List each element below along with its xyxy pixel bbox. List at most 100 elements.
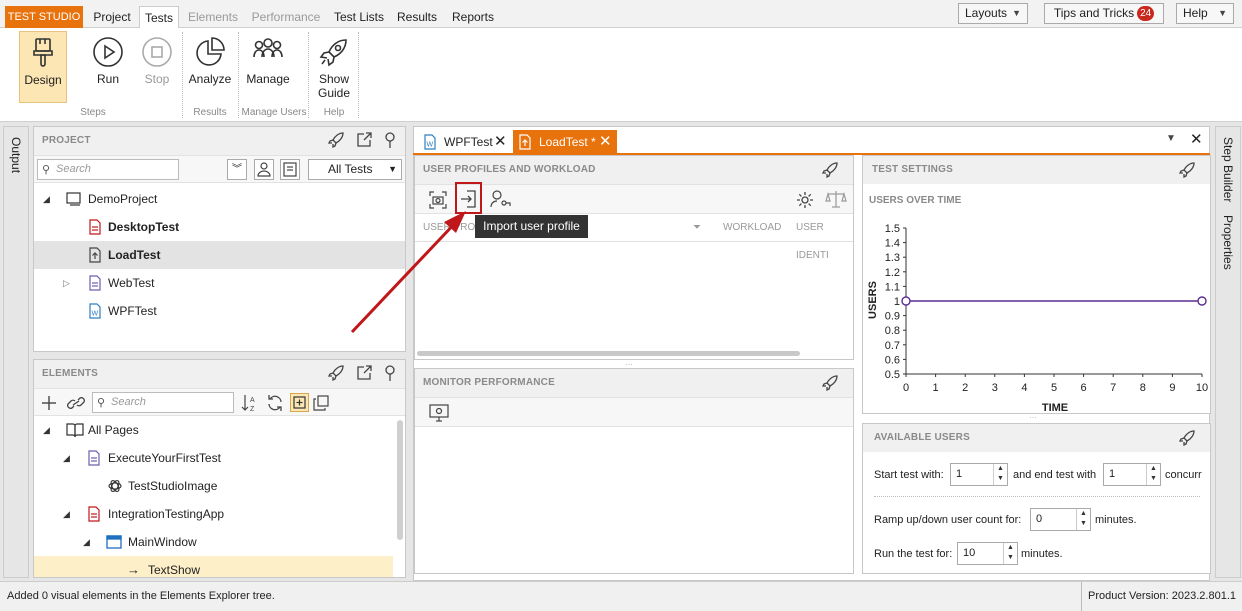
double-chevron-icon: ︾ [232,164,242,175]
rocket-icon[interactable] [1178,161,1196,179]
analyze-button[interactable]: Analyze [188,31,232,103]
tab-performance[interactable]: Performance [248,6,324,28]
chevron-down-icon: ▼ [1218,8,1227,18]
collapse-all-button[interactable]: ︾ [227,159,247,180]
layouts-dropdown[interactable]: Layouts ▼ [958,3,1028,24]
annotation-arrow-icon [350,211,466,334]
stepper-arrows-icon[interactable]: ▲ ▼ [1076,509,1090,530]
stop-button[interactable]: Stop [137,31,177,103]
pop-out-icon[interactable] [355,364,373,382]
rocket-icon[interactable] [821,161,839,179]
pin-icon[interactable] [383,131,397,149]
guide-label-line1: Show [318,72,350,86]
splitter-grip[interactable]: ··· [1029,413,1037,422]
doc-tab-loadtest[interactable]: LoadTest * ✕ [513,130,617,154]
pop-out-icon[interactable] [355,131,373,149]
add-icon[interactable] [40,394,58,412]
x-tick-label: 7 [1110,382,1116,394]
end-test-label: and end test with [1013,469,1097,481]
tree-item-all-pages[interactable]: ◢ All Pages [34,416,405,444]
link-icon[interactable] [65,394,87,412]
tab-elements[interactable]: Elements [183,6,243,28]
stop-label: Stop [144,72,170,86]
ramp-label: Ramp up/down user count for: [874,514,1022,526]
rocket-icon[interactable] [327,131,345,149]
help-dropdown[interactable]: Help ▼ [1176,3,1234,24]
balance-scale-icon[interactable] [825,189,847,209]
column-header-user-identity[interactable]: USER IDENTI [796,214,853,270]
loadtest-label: LoadTest [108,248,161,262]
vertical-scrollbar[interactable] [397,420,403,540]
start-users-stepper[interactable]: 1 ▲ ▼ [950,463,1008,486]
wpf-test-icon: W [89,303,101,319]
monitor-performance-header: MONITOR PERFORMANCE [415,369,853,397]
tab-tests[interactable]: Tests [139,6,179,29]
tips-and-tricks-button[interactable]: Tips and Tricks 24 [1044,3,1164,24]
expand-all-button[interactable] [290,393,309,412]
run-label: Run [96,72,119,86]
brand-tab[interactable]: TEST STUDIO [5,6,83,28]
properties-pane-tab[interactable]: Properties [1221,215,1235,270]
user-profiles-panel: USER PROFILES AND WORKLOAD USER PROFI ⏷ … [414,155,854,360]
pin-icon[interactable] [383,364,397,382]
doc-tab-wpftest[interactable]: W WPFTest ✕ [418,130,510,154]
end-users-stepper[interactable]: 1 ▲ ▼ [1103,463,1161,486]
tree-item-integrationtestingapp[interactable]: ◢ IntegrationTestingApp [34,500,405,528]
refresh-icon[interactable] [265,393,285,413]
test-filter-dropdown[interactable]: All Tests ▼ [308,159,402,180]
desktop-test-icon [89,219,101,235]
gear-icon[interactable] [795,190,815,210]
step-builder-pane-tab[interactable]: Step Builder [1221,137,1235,202]
user-filter-button[interactable] [254,159,274,180]
layouts-label: Layouts [965,6,1008,20]
tab-test-lists[interactable]: Test Lists [330,6,388,28]
rocket-icon[interactable] [327,364,345,382]
user-key-icon[interactable] [489,189,511,209]
stepper-arrows-icon[interactable]: ▲ ▼ [1003,543,1017,564]
output-pane-tab[interactable]: Output [9,137,23,173]
tab-project[interactable]: Project [87,6,137,28]
user-icon [257,162,271,177]
notes-button[interactable] [280,159,300,180]
tab-reports[interactable]: Reports [447,6,499,28]
integrationtestingapp-label: IntegrationTestingApp [108,507,225,521]
elements-search-input[interactable]: ⚲ Search [92,392,234,413]
project-search-input[interactable]: ⚲ Search [37,159,179,180]
expand-triangle-icon: ◢ [43,194,50,204]
tree-item-executeyourfirsttest[interactable]: ◢ ExecuteYourFirstTest [34,444,405,472]
run-button[interactable]: Run [88,31,128,103]
group-label-manage-users: Manage Users [241,107,307,118]
x-tick-label: 10 [1196,382,1208,394]
tree-item-teststudioimage[interactable]: TestStudioImage [34,472,405,500]
project-search-placeholder: Search [56,163,91,175]
ramp-minutes-stepper[interactable]: 0 ▲ ▼ [1030,508,1091,531]
column-header-workload[interactable]: WORKLOAD [723,214,781,242]
tab-list-dropdown[interactable]: ▼ [1166,133,1176,144]
close-document-button[interactable]: ✕ [1190,130,1203,148]
run-minutes-stepper[interactable]: 10 ▲ ▼ [957,542,1018,565]
horizontal-scrollbar[interactable] [417,351,800,356]
x-tick-label: 0 [903,382,909,394]
filter-icon[interactable]: ⏷ [693,214,701,242]
y-tick-label: 1.4 [885,238,900,250]
rocket-icon[interactable] [821,374,839,392]
rocket-icon[interactable] [1178,429,1196,447]
x-axis-label: TIME [1042,402,1068,413]
tree-item-mainwindow[interactable]: ◢ MainWindow [34,528,405,556]
show-guide-button[interactable]: Show Guide [312,31,356,109]
monitor-icon[interactable] [428,403,450,423]
stepper-arrows-icon[interactable]: ▲ ▼ [1146,464,1160,485]
close-icon[interactable]: ✕ [599,130,612,154]
manage-button[interactable]: Manage [243,31,293,103]
user-profiles-header: USER PROFILES AND WORKLOAD [415,156,853,184]
sort-az-icon[interactable]: AZ [240,393,260,413]
stepper-arrows-icon[interactable]: ▲ ▼ [993,464,1007,485]
close-icon[interactable]: ✕ [494,130,507,154]
tree-item-textshow[interactable]: → TextShow [34,556,393,577]
unsaved-marker: * [591,135,596,149]
design-button[interactable]: Design [19,31,67,103]
tab-results[interactable]: Results [393,6,441,28]
x-tick-label: 4 [1021,382,1027,394]
copy-icon[interactable] [311,393,331,413]
user-profiles-toolbar [415,182,853,214]
